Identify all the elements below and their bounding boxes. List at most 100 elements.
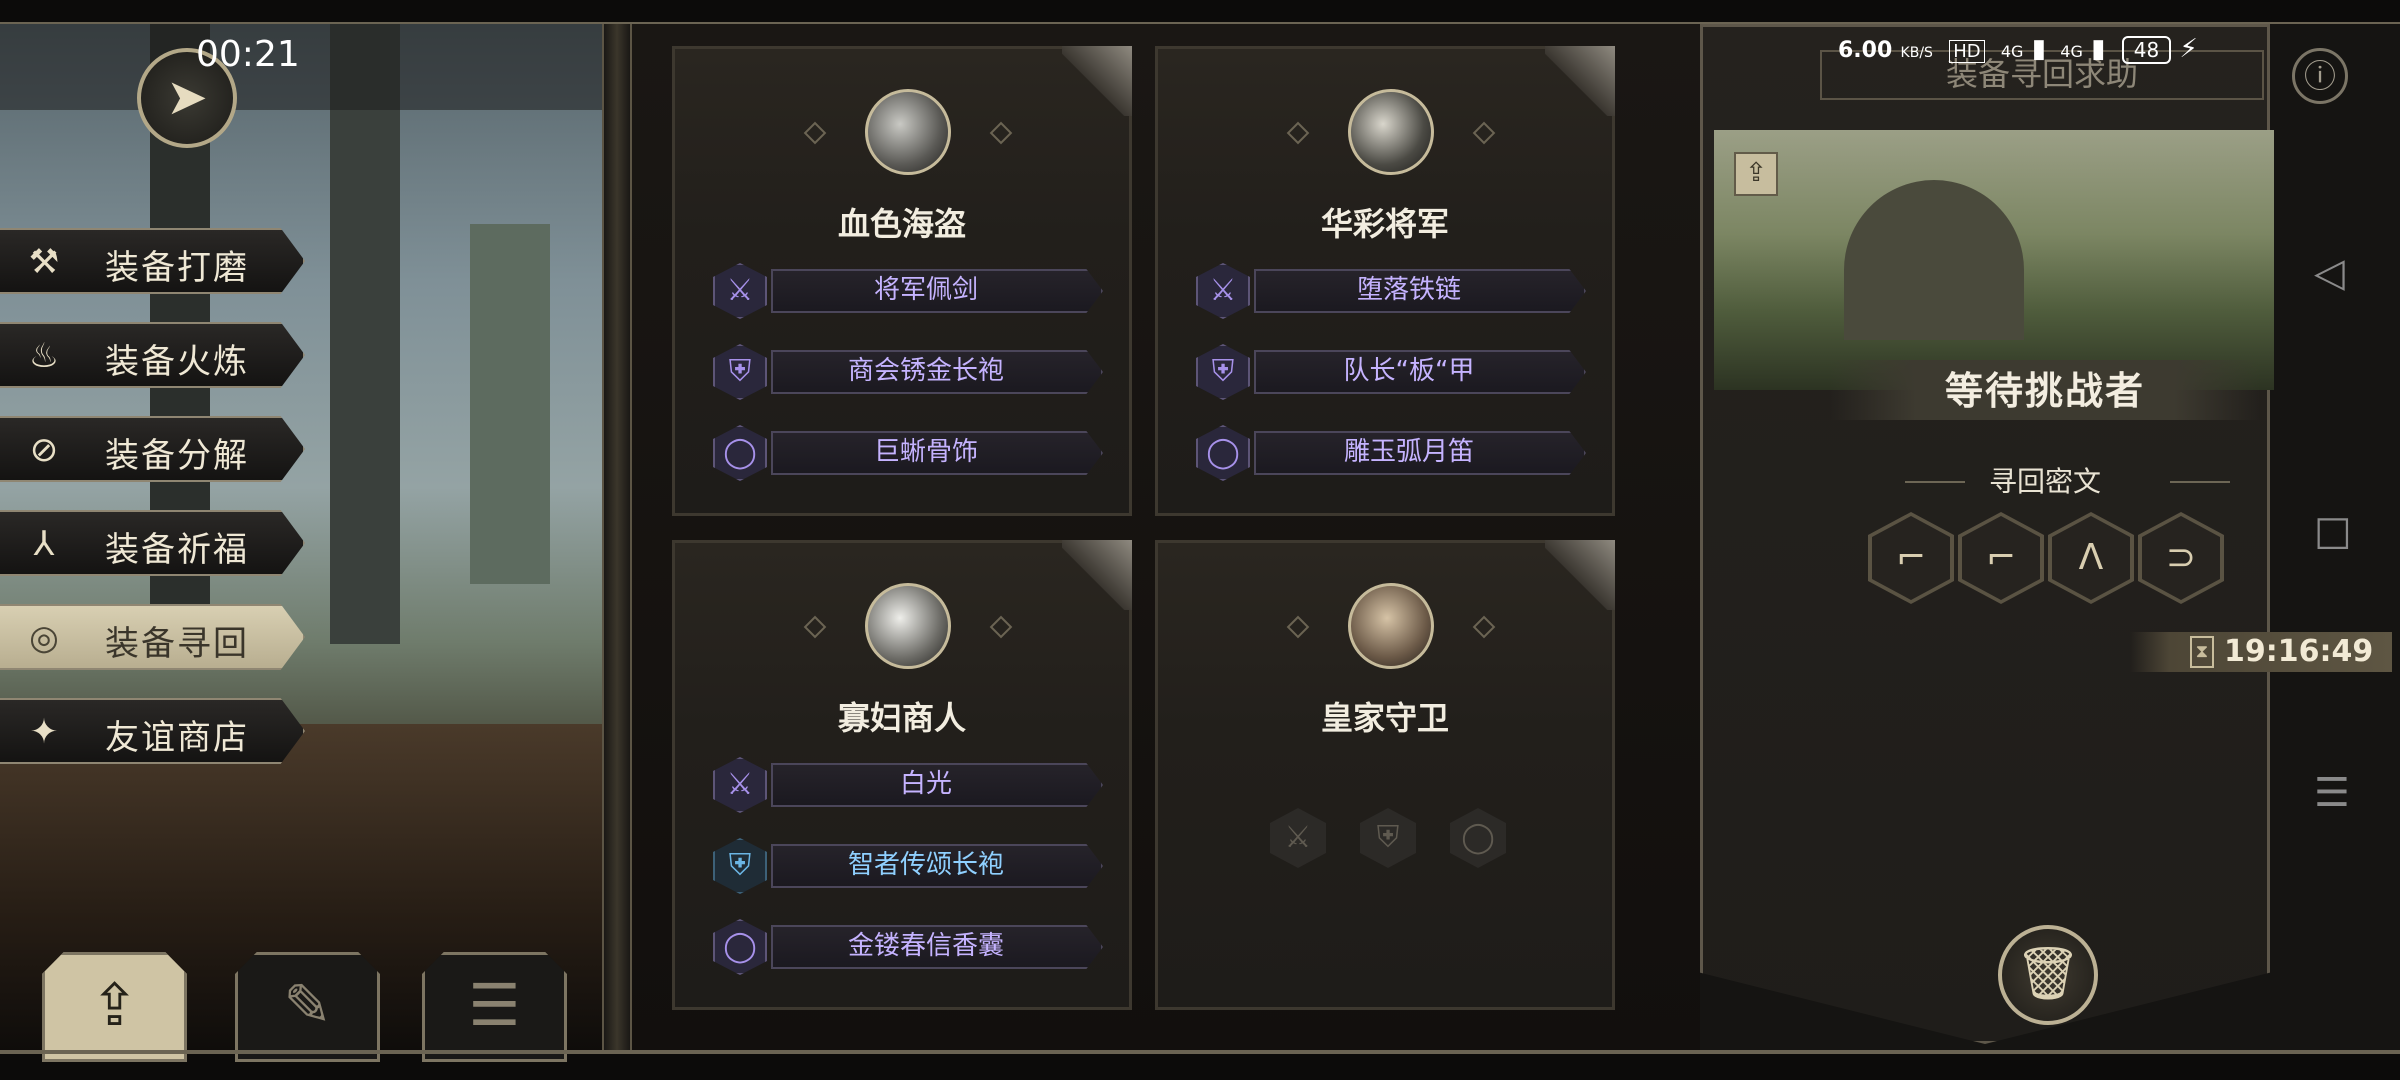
sword-icon: ⚔ xyxy=(713,263,767,319)
ring-icon: ◯ xyxy=(713,425,767,481)
menu-label: 装备寻回 xyxy=(105,624,249,664)
top-shade xyxy=(0,24,612,110)
boss-card[interactable]: 华彩将军 ⚔ 堕落铁链 ⛨ 队长“板“甲 ◯ 雕玉弧月笛 xyxy=(1155,46,1615,516)
diamond-ornament xyxy=(1286,615,1310,639)
equip-name: 雕玉弧月笛 xyxy=(1343,437,1474,467)
menu-label: 装备火炼 xyxy=(105,342,249,382)
share-button[interactable]: ⇪ xyxy=(1734,152,1778,196)
equip-name: 巨蜥骨饰 xyxy=(873,437,978,467)
hammer-icon: ⚒ xyxy=(28,242,60,282)
net-speed: 6.00 xyxy=(1838,38,1893,63)
menu-label: 装备打磨 xyxy=(105,248,249,288)
menu-item-dismantle[interactable]: ⊘ 装备分解 xyxy=(0,416,305,482)
boss-name: 华彩将军 xyxy=(1320,205,1449,243)
card-corner xyxy=(1062,46,1132,116)
equip-slot[interactable]: ⛨ 队长“板“甲 xyxy=(1196,344,1586,400)
equip-slot[interactable]: ◯ 金镂春信香囊 xyxy=(713,919,1103,975)
armor-icon: ⛨ xyxy=(713,838,767,894)
boss-portrait xyxy=(1348,583,1434,669)
equip-name: 金镂春信香囊 xyxy=(847,931,1004,961)
menu-item-bless[interactable]: ⅄ 装备祈福 xyxy=(0,510,305,576)
diamond-ornament xyxy=(1472,615,1496,639)
tab-upload[interactable]: ⇪ xyxy=(42,952,187,1062)
tree-trunk xyxy=(330,24,400,644)
diamond-ornament xyxy=(1286,121,1310,145)
boss-card[interactable]: 寡妇商人 ⚔ 白光 ⛨ 智者传颂长袍 ◯ 金镂春信香囊 xyxy=(672,540,1132,1010)
tab-feather[interactable]: ✎ xyxy=(235,952,380,1062)
sword-icon: ⚔ xyxy=(1196,263,1250,319)
nav-home-icon[interactable]: □ xyxy=(2314,508,2352,554)
nav-back-icon[interactable]: ◁ xyxy=(2314,250,2345,296)
menu-label: 装备祈福 xyxy=(105,530,249,570)
panel-divider xyxy=(602,24,632,1054)
armor-icon: ⛨ xyxy=(713,344,767,400)
equip-slot[interactable]: ⛨ 商会锈金长袍 xyxy=(713,344,1103,400)
rune-icon: ⌐ xyxy=(1872,516,1950,600)
upload-icon: ⇪ xyxy=(90,971,139,1039)
sword-icon: ⚔ xyxy=(713,757,767,813)
status-bar: 6.00 KB/S HD 4G ▮ 4G ▮ 48 ⚡ xyxy=(1838,34,2198,64)
equip-slot[interactable]: ◯ 雕玉弧月笛 xyxy=(1196,425,1586,481)
boss-name: 血色海盗 xyxy=(837,205,966,243)
tree-trunk xyxy=(470,224,550,584)
boss-name: 皇家守卫 xyxy=(1320,699,1449,737)
boss-portrait xyxy=(865,583,951,669)
divider-line xyxy=(2170,481,2230,483)
card-corner xyxy=(1545,46,1615,116)
armor-icon: ⛨ xyxy=(1196,344,1250,400)
menu-label: 装备分解 xyxy=(105,436,249,476)
info-icon: ⓘ xyxy=(2303,57,2336,95)
diamond-ornament xyxy=(989,615,1013,639)
boss-card[interactable]: 血色海盗 ⚔ 将军佩剑 ⛨ 商会锈金长袍 ◯ 巨蜥骨饰 xyxy=(672,46,1132,516)
empty-sword-slot-icon: ⚔ xyxy=(1270,808,1326,868)
nav-menu-icon[interactable]: ☰ xyxy=(2314,770,2350,816)
pray-icon: ⅄ xyxy=(33,524,55,564)
menu-label: 友谊商店 xyxy=(105,718,249,758)
trash-icon: 🗑 xyxy=(2014,944,2081,1004)
signal-icon: ▮ xyxy=(2031,34,2047,64)
empty-ring-slot-icon: ◯ xyxy=(1450,808,1506,868)
hourglass-icon: ⧗ xyxy=(2190,636,2214,668)
fox-icon: ✦ xyxy=(29,712,59,752)
list-icon: ☰ xyxy=(468,971,521,1039)
boss-card[interactable]: 皇家守卫 ⚔ ⛨ ◯ xyxy=(1155,540,1615,1010)
equip-slot[interactable]: ⚔ 堕落铁链 xyxy=(1196,263,1586,319)
rune-icon: Λ xyxy=(2052,516,2130,600)
equip-slot[interactable]: ◯ 巨蜥骨饰 xyxy=(713,425,1103,481)
help-button[interactable]: ⓘ xyxy=(2292,48,2348,104)
ring-icon: ◯ xyxy=(1196,425,1250,481)
break-icon: ⊘ xyxy=(29,430,59,470)
equip-slot[interactable]: ⚔ 将军佩剑 xyxy=(713,263,1103,319)
diamond-ornament xyxy=(1472,121,1496,145)
diamond-ornament xyxy=(989,121,1013,145)
boss-name: 寡妇商人 xyxy=(837,699,966,737)
equip-name: 智者传颂长袍 xyxy=(847,850,1004,880)
menu-item-retrieve[interactable]: ◎ 装备寻回 xyxy=(0,604,305,670)
menu-item-polish[interactable]: ⚒ 装备打磨 xyxy=(0,228,305,294)
boss-portrait xyxy=(865,89,951,175)
signal-icon: ▮ xyxy=(2091,34,2106,64)
equip-slot[interactable]: ⚔ 白光 xyxy=(713,757,1103,813)
tab-list[interactable]: ☰ xyxy=(422,952,567,1062)
equip-slot[interactable]: ⛨ 智者传颂长袍 xyxy=(713,838,1103,894)
delete-button[interactable]: 🗑 xyxy=(1998,925,2098,1025)
menu-item-friend-shop[interactable]: ✦ 友谊商店 xyxy=(0,698,305,764)
cipher-label: 寻回密文 xyxy=(1988,465,2101,498)
hd-badge: HD xyxy=(1949,40,1985,63)
ring-icon: ◯ xyxy=(713,919,767,975)
card-corner xyxy=(1062,540,1132,610)
equip-name: 队长“板“甲 xyxy=(1343,356,1475,386)
flame-icon: ♨ xyxy=(28,336,60,376)
signal-4g: 4G xyxy=(2060,42,2083,61)
rune-icon: ⊃ xyxy=(2142,516,2220,600)
equip-name: 白光 xyxy=(899,769,952,799)
stage-artwork xyxy=(1714,130,2274,390)
challenger-status: 等待挑战者 xyxy=(1830,360,2260,420)
diamond-ornament xyxy=(803,615,827,639)
empty-armor-slot-icon: ⛨ xyxy=(1360,808,1416,868)
battery-level: 48 xyxy=(2121,36,2172,64)
rune-icon: ⌐ xyxy=(1962,516,2040,600)
back-arrow-icon: ➤ xyxy=(166,68,208,126)
charging-icon: ⚡ xyxy=(2179,34,2198,64)
menu-item-fire[interactable]: ♨ 装备火炼 xyxy=(0,322,305,388)
